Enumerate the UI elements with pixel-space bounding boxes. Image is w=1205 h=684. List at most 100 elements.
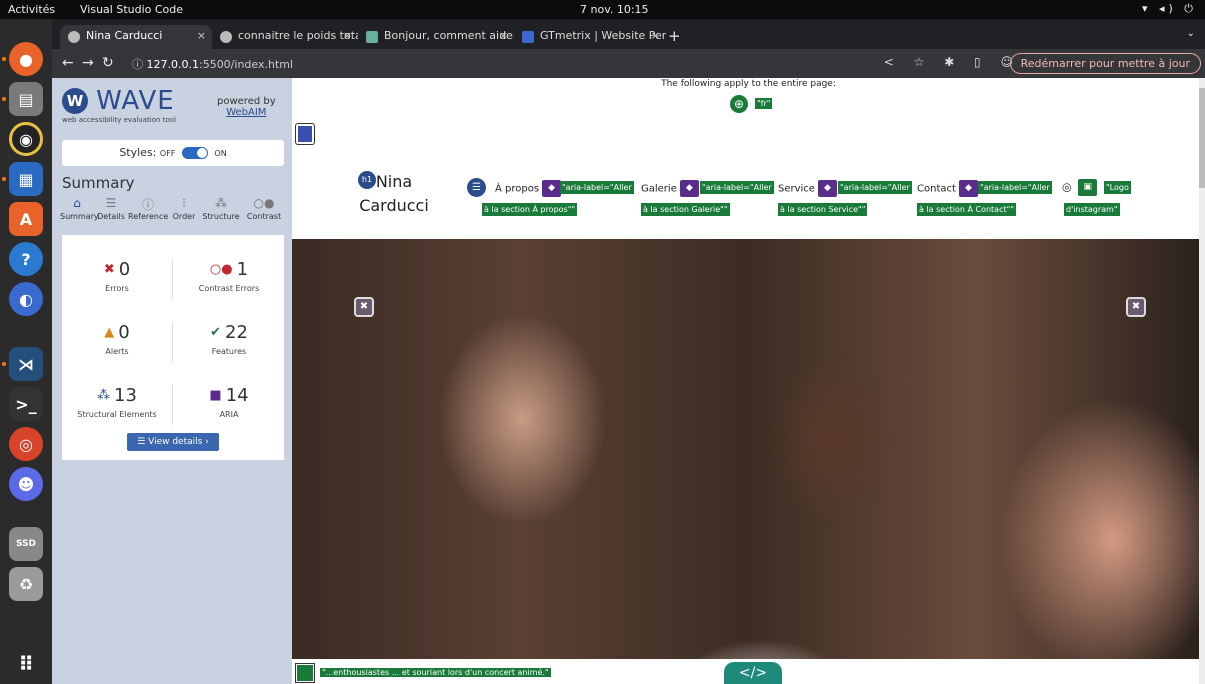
globe-icon <box>68 31 80 43</box>
running-indicator <box>2 57 6 61</box>
view-details-button[interactable]: ☰ View details › <box>127 433 219 451</box>
tab-search-chevron-icon[interactable]: ⌄ <box>1187 28 1195 39</box>
carousel-prev-button-icon[interactable]: ✖ <box>354 297 374 317</box>
tab-order[interactable]: ⁝ Order <box>170 196 198 221</box>
nav-link-galerie[interactable]: Galerie ◆ <box>641 180 702 197</box>
forward-arrow-icon[interactable]: → <box>82 55 94 71</box>
close-icon[interactable]: × <box>499 29 508 42</box>
alerts-label: Alerts <box>105 347 129 356</box>
contrast-icon: ○● <box>253 196 275 210</box>
nav-link-service[interactable]: Service ◆ <box>778 180 840 197</box>
feature-check-icon: ✔ <box>210 325 221 340</box>
stat-structural[interactable]: ⁂ 13 Structural Elements <box>62 385 172 419</box>
close-icon[interactable]: × <box>197 29 206 42</box>
writer-icon[interactable]: ▦ <box>9 162 43 196</box>
back-arrow-icon[interactable]: ← <box>62 55 74 71</box>
wave-sidebar: W WAVE web accessibility evaluation tool… <box>52 78 292 684</box>
stat-contrast-errors[interactable]: ○● 1 Contrast Errors <box>174 259 284 293</box>
software-icon[interactable]: A <box>9 202 43 236</box>
scroll-thumb[interactable] <box>1199 88 1205 188</box>
new-tab-button[interactable]: + <box>668 27 681 45</box>
show-apps-icon[interactable]: ⠿ <box>9 647 43 681</box>
stat-alerts[interactable]: ▲ 0 Alerts <box>62 322 172 356</box>
toolbar-icons[interactable]: < ☆ ✱ ▯ ☺ <box>884 55 1021 69</box>
close-icon[interactable]: × <box>651 29 660 42</box>
thunderbird-icon[interactable]: ◐ <box>9 282 43 316</box>
chrome-icon[interactable]: ◎ <box>9 427 43 461</box>
styles-toggle[interactable] <box>181 147 208 159</box>
tab-summary[interactable]: ⌂ Summary <box>60 196 99 221</box>
rhythmbox-icon[interactable]: ◉ <box>9 122 43 156</box>
tab-gtmetrix[interactable]: GTmetrix | Website Perfo × <box>514 25 666 49</box>
webaim-link[interactable]: WebAIM <box>217 107 276 118</box>
help-icon[interactable]: ? <box>9 242 43 276</box>
nav-link-a-propos[interactable]: À propos ◆ <box>495 180 564 197</box>
stat-aria[interactable]: ■ 14 ARIA <box>174 385 284 419</box>
nav-link-contact[interactable]: Contact ◆ <box>917 180 981 197</box>
list-icon[interactable]: ☰ <box>467 178 486 197</box>
running-indicator <box>2 362 6 366</box>
tab-label: GTmetrix | Website Perfo <box>540 29 666 42</box>
system-tray[interactable]: ▾ ◂) ⏻ <box>1142 2 1197 16</box>
instagram-icon: ◎ <box>1062 180 1072 194</box>
tab-label: Details <box>97 212 125 221</box>
discord-icon[interactable]: ☻ <box>9 467 43 501</box>
aria-label-text: "aria-label="Aller <box>560 181 634 194</box>
aria-tag-icon[interactable]: ◆ <box>958 180 978 197</box>
wave-tagline: web accessibility evaluation tool <box>62 116 176 124</box>
alert-icon: ▲ <box>104 325 115 340</box>
tab-details[interactable]: ☰ Details <box>96 196 126 221</box>
firefox-icon[interactable]: ● <box>9 42 43 76</box>
page-notice: The following apply to the entire page: <box>661 79 836 89</box>
tab-contrast[interactable]: ○● Contrast <box>244 196 284 221</box>
nav-label: Service <box>778 183 815 195</box>
info-icon[interactable]: ⓘ <box>132 58 147 71</box>
active-app-menu[interactable]: Visual Studio Code <box>80 3 183 16</box>
dock: ● ▤ ◉ ▦ A ? ◐ ⋊ >_ ◎ ☻ SSD ♻ ⠿ <box>0 19 52 684</box>
aria-label-text: "aria-label="Aller <box>838 181 912 194</box>
document-icon[interactable] <box>296 124 314 144</box>
page-scrollbar[interactable] <box>1199 78 1205 684</box>
bottom-strip: "...enthousiastes ... et souriant lors d… <box>292 659 1205 684</box>
image-feature-icon[interactable]: ▣ <box>1078 179 1098 196</box>
contrast-error-icon: ○● <box>209 262 233 277</box>
terminal-icon[interactable]: >_ <box>9 387 43 421</box>
tab-bonjour[interactable]: Bonjour, comment aider? × <box>358 25 514 49</box>
trash-icon[interactable]: ♻ <box>9 567 43 601</box>
activities-button[interactable]: Activités <box>8 3 55 16</box>
tab-poids-total[interactable]: connaitre le poids total d × <box>212 25 358 49</box>
aria-tag-icon[interactable]: ◆ <box>542 180 562 197</box>
stat-features[interactable]: ✔ 22 Features <box>174 322 284 356</box>
alt-text-image-icon[interactable] <box>296 664 314 682</box>
language-globe-icon[interactable]: ⊕ <box>730 95 748 113</box>
wave-tabs: ⌂ Summary ☰ Details ⓘ Reference ⁝ Order ⁂ Str… <box>60 196 286 232</box>
close-icon[interactable]: × <box>343 29 352 42</box>
aria-label-text: "aria-label="Aller <box>978 181 1052 194</box>
instagram-link[interactable]: ◎ ▣ <box>1062 179 1100 196</box>
carousel-next-button-icon[interactable]: ✖ <box>1126 297 1146 317</box>
alt-text-label: "...enthousiastes ... et souriant lors d… <box>320 668 551 677</box>
hero-carousel-image[interactable] <box>292 239 1205 659</box>
running-indicator <box>2 177 6 181</box>
tab-label: Bonjour, comment aider? <box>384 29 514 42</box>
code-button[interactable]: </> <box>724 662 782 684</box>
wave-brand: W WAVE <box>62 86 175 116</box>
stat-errors[interactable]: ✖ 0 Errors <box>62 259 172 293</box>
ssd-drive-icon[interactable]: SSD <box>9 527 43 561</box>
view-details-label: View details › <box>148 437 209 447</box>
reload-icon[interactable]: ↻ <box>102 55 114 71</box>
clock[interactable]: 7 nov. 10:15 <box>580 3 649 16</box>
tab-structure[interactable]: ⁂ Structure <box>200 196 242 221</box>
aria-tag-icon[interactable]: ◆ <box>817 180 837 197</box>
h1-badge[interactable]: h1 <box>358 171 376 189</box>
alerts-count: 0 <box>118 322 130 343</box>
aria-tag-icon[interactable]: ◆ <box>679 180 699 197</box>
tab-label: Contrast <box>246 212 282 221</box>
relaunch-update-button[interactable]: Redémarrer pour mettre à jour <box>1009 53 1201 74</box>
tab-nina-carducci[interactable]: Nina Carducci × <box>60 25 212 49</box>
files-icon[interactable]: ▤ <box>9 82 43 116</box>
tab-label: Reference <box>128 212 169 221</box>
vscode-icon[interactable]: ⋊ <box>9 347 43 381</box>
url-field[interactable]: ⓘ 127.0.0.1:5500/index.html <box>132 56 293 72</box>
tab-reference[interactable]: ⓘ Reference <box>128 196 168 221</box>
